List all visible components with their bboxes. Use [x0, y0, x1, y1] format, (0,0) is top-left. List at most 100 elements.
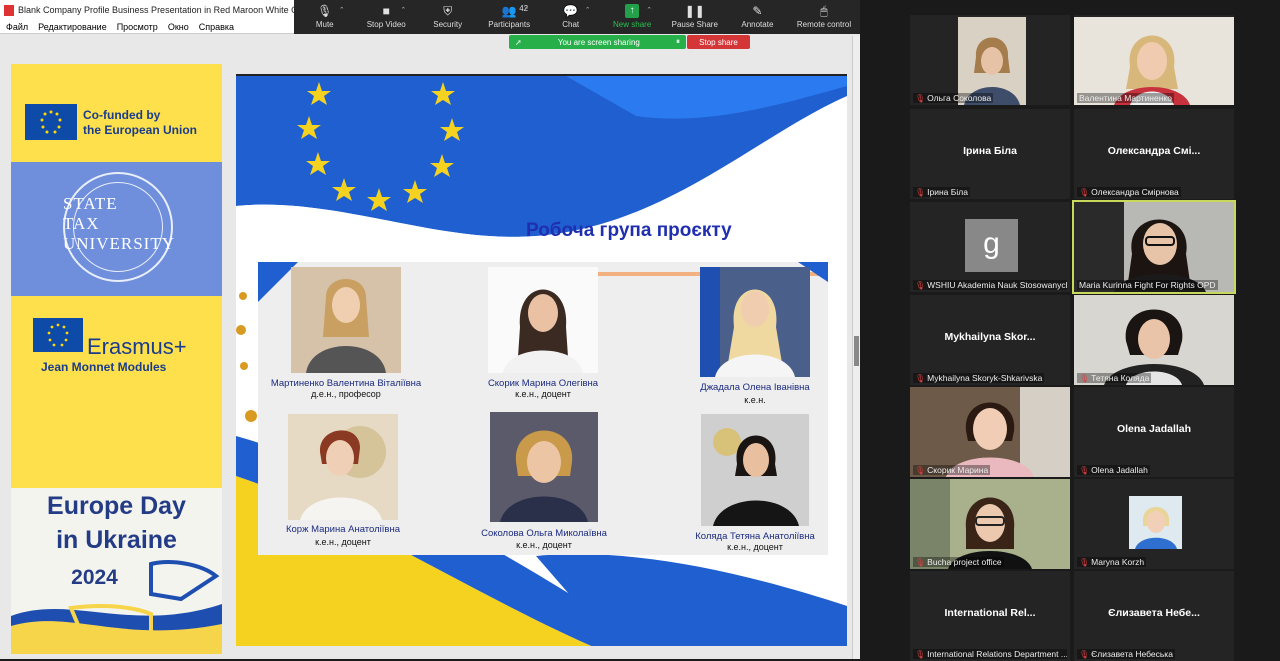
member-photo	[488, 267, 598, 373]
participant-label: 🎙 Mykhailyna Skoryk-Shkarivska	[913, 373, 1045, 383]
participant-tile-active-speaker[interactable]: Maria Kurinna Fight For Rights OPD	[1072, 200, 1236, 294]
share-arrow-icon: ↑	[625, 4, 640, 18]
shield-icon: ⛨	[443, 4, 453, 18]
participant-tile[interactable]: Олександра Смі... 🎙 Олександра Смірнова	[1074, 109, 1234, 199]
participant-video	[910, 479, 1070, 569]
menu-window[interactable]: Окно	[168, 22, 189, 32]
stop-share-button[interactable]: Stop share	[687, 35, 750, 49]
meeting-toolbar: 🎙 ⌃ Mute ■ ⌃ Stop Video ⛨ Security 👥 42 ⌃ …	[294, 0, 860, 34]
menu-view[interactable]: Просмотр	[117, 22, 158, 32]
pause-icon: ❚❚	[684, 4, 705, 18]
participant-tile[interactable]: 🎙 Ольга Соколова	[910, 15, 1070, 105]
participant-video	[958, 17, 1026, 105]
participant-video	[1074, 17, 1234, 105]
university-name: STATE TAX UNIVERSITY	[63, 194, 175, 253]
window-title: Blank Company Profile Business Presentat…	[18, 5, 295, 15]
participant-label: 🎙 WSHIU Akademia Nauk Stosowanych	[913, 280, 1067, 290]
pause-share-button[interactable]: ❚❚ Pause Share	[672, 4, 718, 29]
participant-tile[interactable]: Валентина Мартиненко	[1074, 15, 1234, 105]
member-photo	[291, 267, 401, 373]
presentation-slide: Робоча група проєкту Мартиненко Валентин…	[236, 74, 847, 646]
member-photo	[701, 414, 809, 526]
participant-tile[interactable]: Єлизавета Небе... 🎙 Єлизавета Небеська	[1074, 571, 1234, 661]
participant-label: 🎙 Bucha project office	[913, 557, 1004, 567]
pin-icon[interactable]: ➚	[515, 38, 522, 47]
window-title-bar: Blank Company Profile Business Presentat…	[0, 0, 295, 20]
microphone-icon: 🎙	[317, 4, 333, 18]
muted-mic-icon: 🎙	[1079, 649, 1090, 659]
stop-video-button[interactable]: ■ ⌃ Stop Video	[364, 4, 408, 29]
muted-mic-icon: 🎙	[915, 93, 926, 103]
eu-flag-icon	[25, 104, 77, 140]
pdf-icon	[4, 4, 14, 16]
chevron-up-icon[interactable]: ⌃	[646, 6, 652, 14]
eu-flag-icon	[33, 318, 83, 352]
member-photo	[288, 414, 398, 520]
participant-video	[1074, 295, 1234, 385]
participant-video	[910, 387, 1070, 477]
eu-cofund-box: Co-funded by the European Union	[11, 64, 222, 162]
participant-label: 🎙 International Relations Department ...	[913, 649, 1067, 659]
chevron-up-icon[interactable]: ⌃	[339, 6, 345, 14]
cofunded-text: Co-funded by the European Union	[83, 108, 197, 137]
chat-button[interactable]: 💬 ⌃ Chat	[549, 4, 593, 29]
video-camera-icon: ■	[382, 4, 390, 18]
scrollbar-thumb[interactable]	[854, 336, 859, 366]
menu-file[interactable]: Файл	[6, 22, 28, 32]
participant-tile[interactable]: g 🎙 WSHIU Akademia Nauk Stosowanych	[910, 202, 1070, 292]
participant-label: 🎙 Скорик Марина	[913, 465, 991, 475]
muted-mic-icon: 🎙	[915, 465, 926, 475]
erasmus-logo: Erasmus+ Jean Monnet Modules	[11, 296, 222, 488]
avatar: g	[965, 219, 1018, 272]
remote-control-button[interactable]: 🖱 Remote control	[797, 4, 851, 29]
participant-video	[1129, 496, 1182, 549]
state-tax-university-logo: STATE TAX UNIVERSITY	[11, 162, 222, 296]
participant-video	[1074, 202, 1234, 292]
muted-mic-icon: 🎙	[915, 649, 926, 659]
muted-mic-icon: 🎙	[1079, 557, 1090, 567]
participant-gallery: 🎙 Ольга Соколова Валентина Мартиненко Іри…	[910, 15, 1240, 661]
participant-label: 🎙 Ірина Біла	[913, 187, 970, 197]
chevron-up-icon[interactable]: ⌃	[400, 6, 406, 14]
left-banner: Co-funded by the European Union STATE TA…	[11, 64, 222, 654]
participant-label: 🎙 Maryna Korzh	[1077, 557, 1147, 567]
pause-icon[interactable]: ⏸	[676, 37, 680, 47]
participant-tile[interactable]: Olena Jadallah 🎙 Olena Jadallah	[1074, 387, 1234, 477]
participant-tile[interactable]: International Rel... 🎙 International Rela…	[910, 571, 1070, 661]
sharing-status: You are screen sharing	[557, 37, 640, 47]
participant-label: 🎙 Olena Jadallah	[1077, 465, 1150, 475]
participant-label: 🎙 Тетяна Коляда	[1077, 373, 1152, 383]
muted-mic-icon: 🎙	[1079, 373, 1090, 383]
chevron-up-icon[interactable]: ⌃	[523, 6, 529, 14]
participant-label: 🎙 Олександра Смірнова	[1077, 187, 1181, 197]
participant-tile[interactable]: Mykhailyna Skor... 🎙 Mykhailyna Skoryk-Sh…	[910, 295, 1070, 385]
muted-mic-icon: 🎙	[915, 557, 926, 567]
muted-mic-icon: 🎙	[1079, 187, 1090, 197]
participant-tile[interactable]: Ірина Біла 🎙 Ірина Біла	[910, 109, 1070, 199]
muted-mic-icon: 🎙	[915, 187, 926, 197]
people-icon: 👥	[501, 4, 517, 18]
scrollbar[interactable]	[852, 36, 860, 659]
europe-day-poster: Europe Day in Ukraine 2024	[11, 488, 222, 654]
participant-tile[interactable]: 🎙 Maryna Korzh	[1074, 479, 1234, 569]
member-photo	[700, 267, 810, 377]
participant-tile[interactable]: 🎙 Скорик Марина	[910, 387, 1070, 477]
annotate-button[interactable]: ✎ Annotate	[735, 4, 779, 29]
new-share-button[interactable]: ↑ ⌃ New share	[610, 4, 654, 29]
participant-label: 🎙 Єлизавета Небеська	[1077, 649, 1175, 659]
participant-label: Maria Kurinna Fight For Rights OPD	[1077, 280, 1218, 290]
muted-mic-icon: 🎙	[1079, 465, 1090, 475]
participant-label: Валентина Мартиненко	[1077, 93, 1174, 103]
menu-help[interactable]: Справка	[199, 22, 234, 32]
mute-button[interactable]: 🎙 ⌃ Mute	[303, 4, 347, 29]
chevron-up-icon[interactable]: ⌃	[585, 6, 591, 14]
security-button[interactable]: ⛨ Security	[426, 4, 470, 29]
participant-tile[interactable]: 🎙 Bucha project office	[910, 479, 1070, 569]
screen-sharing-bar[interactable]: ➚ You are screen sharing ⏸	[509, 35, 686, 49]
menu-edit[interactable]: Редактирование	[38, 22, 107, 32]
participant-tile[interactable]: 🎙 Тетяна Коляда	[1074, 295, 1234, 385]
pen-icon: ✎	[752, 4, 763, 18]
team-photo-panel: Мартиненко Валентина Віталіївна д.е.н., …	[258, 262, 828, 555]
participants-button[interactable]: 👥 42 ⌃ Participants	[487, 4, 531, 29]
muted-mic-icon: 🎙	[915, 373, 926, 383]
